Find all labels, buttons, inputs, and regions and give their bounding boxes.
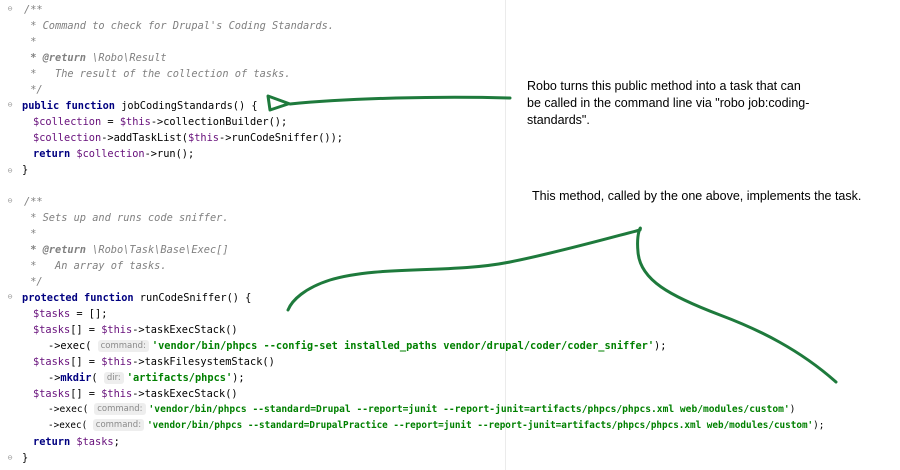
arrow-to-protected-method <box>286 226 838 384</box>
arrow-to-public-method <box>266 94 512 112</box>
annotation-public-method: Robo turns this public method into a tas… <box>527 79 810 127</box>
annotation-protected-method: This method, called by the one above, im… <box>532 189 862 203</box>
annotation-arrows <box>266 94 838 384</box>
